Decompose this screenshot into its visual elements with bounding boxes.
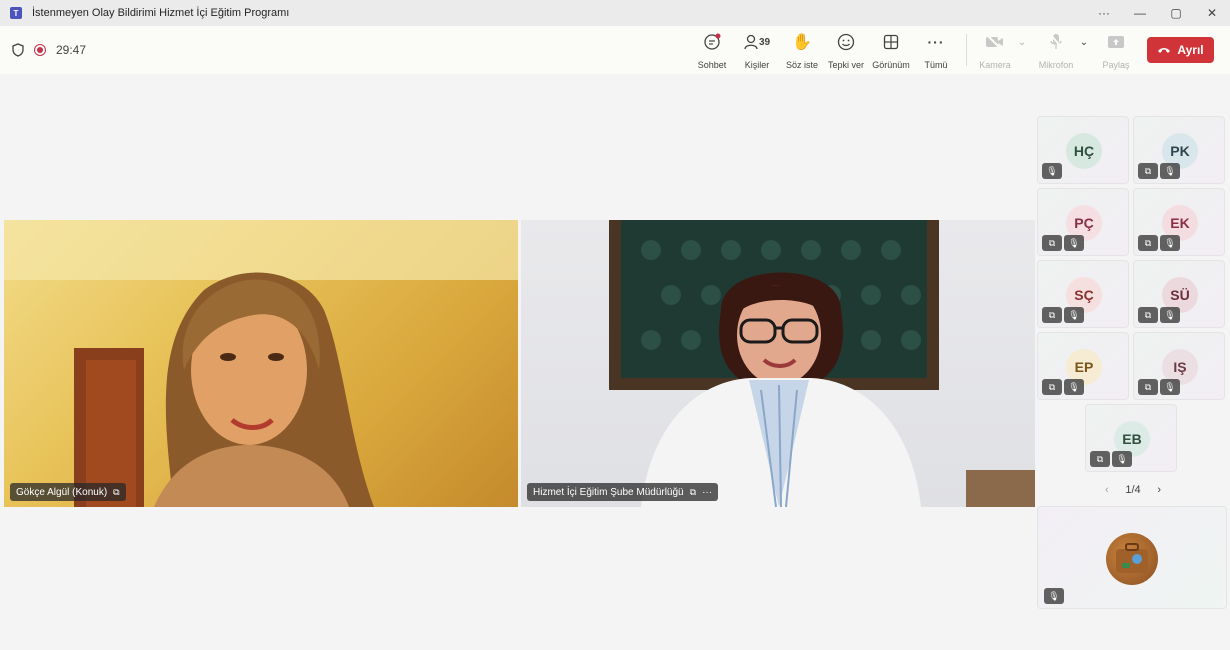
chat-icon (703, 32, 721, 52)
self-avatar (1106, 533, 1158, 585)
participant-tile[interactable]: SÜ ⧉ 🎙 (1133, 260, 1225, 328)
camera-off-icon: ⧉ (1090, 451, 1110, 467)
video-tile-guest[interactable]: Gökçe Algül (Konuk) ⧉ (4, 220, 518, 507)
participant-tile[interactable]: EB ⧉ 🎙 (1085, 404, 1177, 472)
more-icon: ··· (927, 34, 945, 50)
view-button[interactable]: Görünüm (871, 32, 911, 70)
share-button[interactable]: Paylaş (1102, 32, 1130, 70)
camera-share-icon: ⧉ (689, 486, 697, 497)
mic-muted-icon: 🎙 (1160, 307, 1180, 323)
mic-button[interactable]: Mikrofon (1037, 32, 1075, 70)
mic-label: Mikrofon (1038, 60, 1074, 70)
participant-name-tag: Hizmet İçi Eğitim Şube Müdürlüğü ⧉ ··· (527, 483, 719, 501)
grid-view-icon (883, 32, 899, 52)
chat-label: Sohbet (697, 60, 727, 70)
mic-muted-icon: 🎙 (1064, 307, 1084, 323)
maximize-icon[interactable]: ▢ (1158, 0, 1194, 26)
chat-button[interactable]: Sohbet (697, 32, 727, 70)
leave-label: Ayrıl (1177, 43, 1204, 57)
participant-video-image (4, 220, 518, 507)
self-view-tile[interactable]: 🎙 (1037, 506, 1227, 609)
window-controls: ··· — ▢ ✕ (1086, 0, 1230, 26)
participant-name-tag: Gökçe Algül (Konuk) ⧉ (10, 483, 126, 501)
camera-label: Kamera (979, 60, 1011, 70)
camera-off-icon: ⧉ (1138, 163, 1158, 179)
chevron-down-icon: ⌄ (1079, 36, 1089, 48)
recording-icon (34, 44, 46, 56)
raise-hand-button[interactable]: ✋ Söz iste (786, 32, 818, 70)
teams-logo-icon: T (10, 7, 22, 19)
people-icon: 39 (744, 32, 770, 52)
camera-off-icon: ⧉ (1138, 235, 1158, 251)
avatar: HÇ (1066, 133, 1102, 169)
more-options-icon[interactable]: ··· (1086, 0, 1122, 26)
suitcase-icon (1116, 543, 1148, 573)
share-label: Paylaş (1102, 60, 1130, 70)
title-bar: T İstenmeyen Olay Bildirimi Hizmet İçi E… (0, 0, 1230, 26)
smiley-icon (837, 32, 855, 52)
people-label: Kişiler (744, 60, 770, 70)
camera-off-icon: ⧉ (1138, 307, 1158, 323)
mic-muted-icon: 🎙 (1042, 163, 1062, 179)
camera-off-icon (985, 32, 1005, 52)
mic-muted-icon: 🎙 (1112, 451, 1132, 467)
video-tile-host[interactable]: Hizmet İçi Eğitim Şube Müdürlüğü ⧉ ··· (521, 220, 1035, 507)
participant-tile[interactable]: EP ⧉ 🎙 (1037, 332, 1129, 400)
participant-tile[interactable]: SÇ ⧉ 🎙 (1037, 260, 1129, 328)
participant-name: Gökçe Algül (Konuk) (16, 486, 108, 498)
mic-muted-icon: 🎙 (1160, 163, 1180, 179)
participant-tile[interactable]: IŞ ⧉ 🎙 (1133, 332, 1225, 400)
camera-off-icon: ⧉ (1042, 379, 1062, 395)
more-icon[interactable]: ··· (702, 487, 712, 498)
mic-muted-icon: 🎙 (1064, 235, 1084, 251)
leave-button[interactable]: Ayrıl (1147, 37, 1214, 63)
meeting-toolbar: 29:47 Sohbet 39 Kişiler ✋ Söz iste Tepki… (0, 26, 1230, 75)
mic-muted-icon: 🎙 (1160, 379, 1180, 395)
camera-off-icon: ⧉ (1042, 307, 1062, 323)
mic-muted-icon: 🎙 (1160, 235, 1180, 251)
participant-tile[interactable]: PÇ ⧉ 🎙 (1037, 188, 1129, 256)
chevron-left-icon[interactable]: ‹ (1105, 484, 1109, 496)
react-button[interactable]: Tepki ver (828, 32, 864, 70)
participant-video-image (609, 220, 1035, 507)
hand-icon: ✋ (792, 34, 812, 51)
shield-icon[interactable] (12, 43, 24, 57)
share-screen-icon (1107, 32, 1125, 52)
gallery-pager: ‹ 1/4 › (1105, 482, 1161, 498)
mic-muted-icon: 🎙 (1064, 379, 1084, 395)
chevron-right-icon[interactable]: › (1157, 484, 1161, 496)
people-count: 39 (758, 36, 771, 48)
more-button[interactable]: ··· Tümü (924, 32, 948, 70)
camera-share-icon: ⧉ (113, 486, 120, 497)
people-button[interactable]: 39 Kişiler (741, 32, 773, 70)
close-icon[interactable]: ✕ (1194, 0, 1230, 26)
meeting-timer: 29:47 (56, 43, 87, 57)
mic-options-chevron[interactable]: ⌄ (1079, 32, 1089, 70)
participant-tile[interactable]: EK ⧉ 🎙 (1133, 188, 1225, 256)
camera-button[interactable]: Kamera (978, 32, 1012, 70)
participant-tile[interactable]: HÇ 🎙 (1037, 116, 1129, 184)
view-label: Görünüm (872, 60, 910, 70)
camera-options-chevron[interactable]: ⌄ (1017, 32, 1027, 70)
mic-muted-icon: 🎙 (1044, 588, 1064, 604)
hang-up-icon (1158, 48, 1171, 53)
page-indicator: 1/4 (1125, 484, 1141, 496)
minimize-icon[interactable]: — (1122, 0, 1158, 26)
camera-off-icon: ⧉ (1138, 379, 1158, 395)
participant-name: Hizmet İçi Eğitim Şube Müdürlüğü (533, 486, 684, 498)
react-label: Tepki ver (828, 60, 865, 70)
participant-tile[interactable]: PK ⧉ 🎙 (1133, 116, 1225, 184)
camera-off-icon: ⧉ (1042, 235, 1062, 251)
toolbar-divider (966, 34, 967, 66)
raise-hand-label: Söz iste (786, 60, 819, 70)
more-label: Tümü (924, 60, 948, 70)
window-title: İstenmeyen Olay Bildirimi Hizmet İçi Eği… (32, 7, 290, 19)
chevron-down-icon: ⌄ (1017, 36, 1027, 48)
mic-off-icon (1048, 32, 1064, 52)
